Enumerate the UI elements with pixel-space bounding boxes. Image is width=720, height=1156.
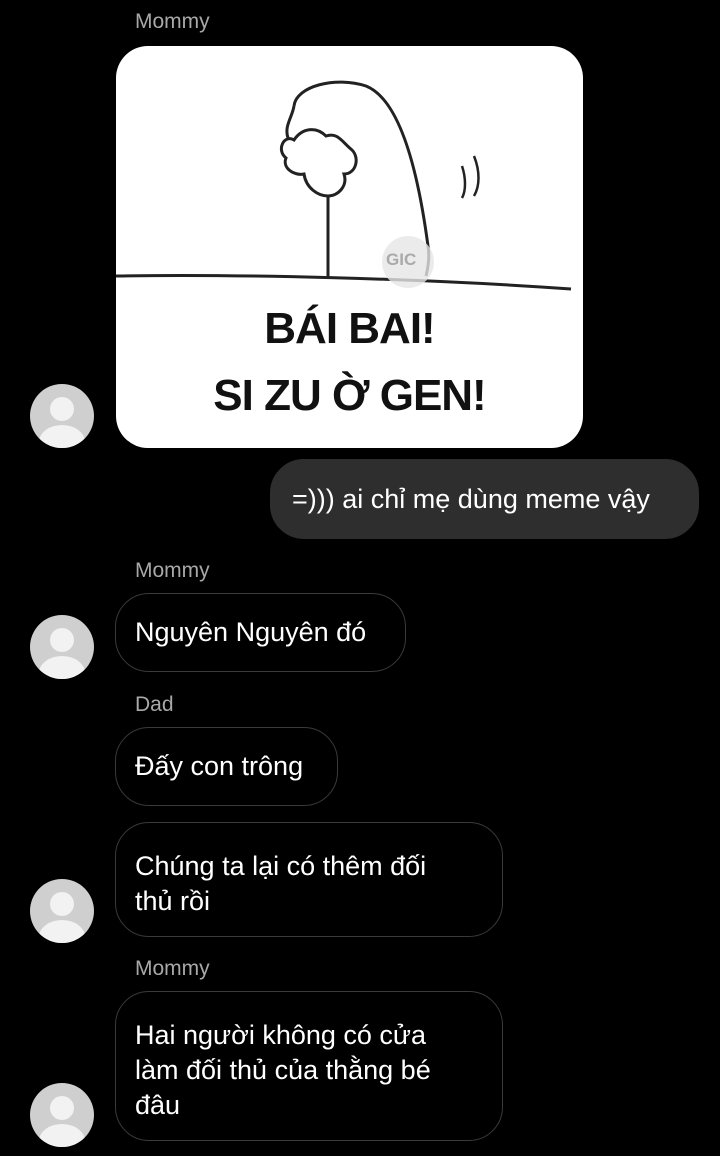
avatar[interactable]: [30, 879, 94, 943]
default-user-avatar-icon: [50, 628, 74, 652]
message-line: đâu: [135, 1090, 181, 1120]
sender-name-mommy-2: Mommy: [135, 559, 210, 582]
meme-watermark: GIC: [386, 250, 417, 269]
avatar[interactable]: [30, 615, 94, 679]
meme-caption-line-1: BÁI BAI!: [264, 304, 435, 353]
meme-caption-line-2: SI ZU Ờ GEN!: [213, 371, 486, 420]
meme-image[interactable]: GIC BÁI BAI! SI ZU Ờ GEN!: [116, 46, 583, 448]
message-bubble[interactable]: Đấy con trông: [115, 727, 338, 806]
message-bubble[interactable]: Hai người không có cửa làm đối thủ của t…: [115, 991, 503, 1141]
message-bubble[interactable]: Nguyên Nguyên đó: [115, 593, 406, 672]
avatar[interactable]: [30, 1083, 94, 1147]
message-line: thủ rồi: [135, 886, 211, 916]
sender-name-mommy-3: Mommy: [135, 957, 210, 980]
sender-name-dad: Dad: [135, 693, 174, 716]
sender-name-mommy-1: Mommy: [135, 10, 210, 33]
message-line: Hai người không có cửa: [135, 1020, 427, 1050]
avatar[interactable]: [30, 384, 94, 448]
default-user-avatar-icon: [50, 1096, 74, 1120]
default-user-avatar-icon: [50, 397, 74, 421]
default-user-avatar-icon: [50, 892, 74, 916]
message-bubble-outgoing[interactable]: =))) ai chỉ mẹ dùng meme vậy: [270, 459, 699, 539]
message-line: Chúng ta lại có thêm đối: [135, 851, 427, 881]
message-line: làm đối thủ của thằng bé: [135, 1055, 431, 1085]
message-bubble[interactable]: Chúng ta lại có thêm đối thủ rồi: [115, 822, 503, 937]
